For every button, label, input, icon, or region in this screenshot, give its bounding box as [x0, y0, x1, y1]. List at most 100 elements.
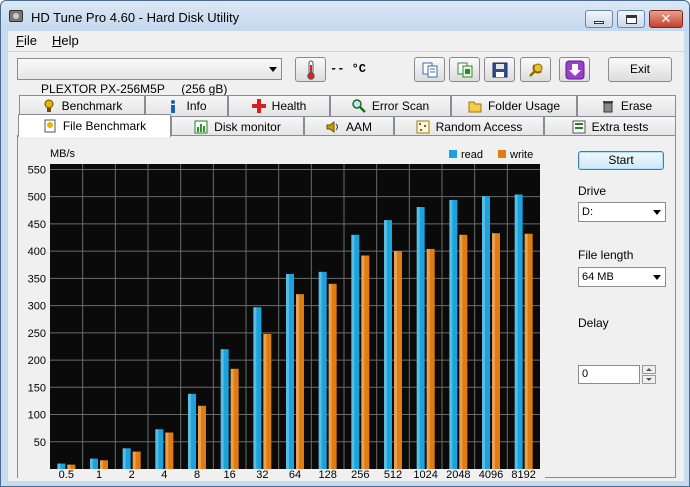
temperature-button[interactable] — [295, 57, 326, 82]
copy-screenshot-button[interactable] — [449, 57, 480, 82]
drive-select[interactable]: PLEXTOR PX-256M5P (256 gB) — [17, 58, 282, 96]
menu-bar: File Help — [8, 31, 684, 51]
drive-label: Drive — [578, 184, 607, 198]
read-bar-highlight — [482, 196, 485, 470]
maximize-button[interactable] — [617, 10, 645, 28]
y-tick-label: 250 — [28, 328, 46, 340]
menu-help[interactable]: Help — [50, 33, 81, 48]
file-length-value: 64 MB — [582, 271, 614, 283]
write-bar-highlight — [524, 233, 528, 469]
tab-info[interactable]: Info — [145, 95, 228, 116]
write-bar-highlight — [230, 368, 234, 469]
read-bar — [57, 463, 66, 469]
tab-folder-usage-label: Folder Usage — [487, 99, 561, 113]
delay-input[interactable]: 0 — [578, 365, 640, 384]
x-tick-label: 16 — [224, 469, 236, 479]
close-button[interactable]: ✕ — [649, 10, 683, 28]
y-tick-label: 200 — [28, 355, 46, 367]
read-bar — [286, 274, 294, 469]
tab-aam-label: AAM — [345, 120, 372, 134]
write-bar — [165, 432, 174, 469]
floppy-disk-icon — [492, 62, 507, 77]
tab-benchmark[interactable]: Benchmark — [19, 95, 145, 116]
read-bar-highlight — [514, 194, 518, 469]
legend-write-swatch — [498, 150, 506, 158]
speaker-icon — [326, 121, 338, 133]
write-bar-highlight — [426, 248, 430, 469]
delay-increment-button[interactable] — [642, 365, 656, 374]
tab-error-scan[interactable]: Error Scan — [330, 95, 451, 116]
write-bar-highlight — [132, 451, 136, 469]
legend-read-label: read — [461, 149, 483, 161]
x-tick-label: 1 — [96, 469, 102, 479]
y-axis-label: MB/s — [50, 148, 76, 160]
copy-icon — [422, 62, 437, 77]
start-button[interactable]: Start — [578, 151, 664, 170]
tab-random-access[interactable]: Random Access — [394, 116, 544, 137]
y-tick-label: 100 — [28, 410, 46, 422]
download-arrow-icon — [565, 60, 584, 79]
menu-file[interactable]: File — [14, 33, 39, 48]
read-bar-highlight — [416, 207, 420, 469]
write-bar-highlight — [296, 294, 299, 469]
tab-disk-monitor-label: Disk monitor — [214, 120, 281, 134]
disk-monitor-icon — [194, 120, 208, 134]
read-bar-highlight — [188, 393, 191, 469]
exit-button[interactable]: Exit — [608, 57, 672, 82]
trash-icon — [602, 101, 613, 113]
drive-letter-value: D: — [582, 206, 593, 218]
y-tick-label: 450 — [28, 219, 46, 231]
copy-screenshot-icon — [457, 62, 472, 77]
tab-erase[interactable]: Erase — [577, 95, 676, 116]
read-bar — [220, 349, 229, 469]
delay-label: Delay — [578, 316, 609, 330]
y-tick-label: 550 — [28, 164, 46, 176]
extra-tests-icon — [572, 120, 586, 134]
delay-decrement-button[interactable] — [642, 375, 656, 384]
tab-aam[interactable]: AAM — [304, 116, 394, 137]
chevron-down-icon — [653, 275, 661, 280]
close-icon: ✕ — [660, 11, 672, 27]
tab-file-benchmark[interactable]: File Benchmark — [18, 114, 171, 137]
tab-disk-monitor[interactable]: Disk monitor — [171, 116, 304, 137]
read-bar-highlight — [220, 349, 224, 469]
copy-info-button[interactable] — [414, 57, 445, 82]
x-axis-ticks: 0.5 1 2 4 8 16 32 64 128 256 512 1024 2048 4096 8192 — [59, 469, 536, 479]
read-bar-highlight — [90, 458, 93, 469]
y-tick-label: 300 — [28, 301, 46, 313]
save-button[interactable] — [484, 57, 515, 82]
file-length-select[interactable]: 64 MB — [578, 267, 666, 287]
temperature-readout: -- °C — [330, 62, 367, 76]
options-button[interactable] — [520, 57, 551, 82]
read-bar — [90, 458, 98, 469]
chevron-down-icon — [269, 67, 277, 72]
x-tick-label: 1024 — [413, 469, 437, 479]
read-bar — [384, 220, 392, 469]
read-bar — [449, 199, 458, 470]
read-bar-highlight — [449, 199, 453, 470]
read-bar-highlight — [351, 234, 355, 469]
drive-letter-select[interactable]: D: — [578, 202, 666, 222]
write-bar-highlight — [100, 460, 103, 469]
download-button[interactable] — [559, 57, 590, 82]
legend-read-swatch — [449, 150, 457, 158]
read-bar — [514, 194, 523, 469]
benchmark-icon — [44, 99, 54, 112]
read-bar-highlight — [155, 429, 159, 469]
transfer-rate-chart: 50 100 150 200 250 300 350 400 450 500 550 0.5 1 2 4 8… — [18, 136, 545, 479]
title-bar[interactable]: HD Tune Pro 4.60 - Hard Disk Utility ✕ — [1, 1, 689, 31]
tab-folder-usage[interactable]: Folder Usage — [451, 95, 577, 116]
menu-file-mnemonic: F — [16, 33, 24, 48]
x-tick-label: 512 — [384, 469, 402, 479]
read-bar — [253, 307, 262, 469]
tab-health[interactable]: Health — [228, 95, 330, 116]
folder-icon — [468, 101, 482, 113]
tab-extra-tests[interactable]: Extra tests — [544, 116, 676, 137]
x-tick-label: 2 — [129, 469, 135, 479]
y-tick-label: 500 — [28, 192, 46, 204]
tab-extra-tests-label: Extra tests — [591, 120, 649, 134]
write-bar-highlight — [459, 234, 463, 469]
minimize-button[interactable] — [585, 10, 613, 28]
write-bar-highlight — [328, 283, 332, 469]
y-tick-label: 350 — [28, 273, 46, 285]
